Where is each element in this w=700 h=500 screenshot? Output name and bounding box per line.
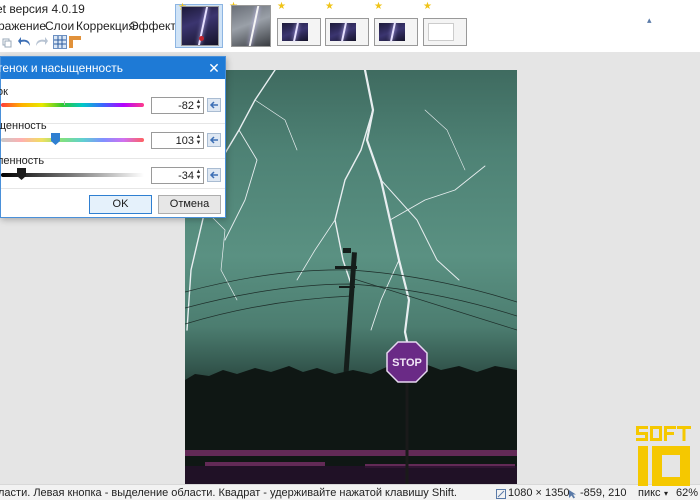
lightness-value[interactable]: -34 <box>178 170 194 182</box>
thumbnail-image <box>325 18 369 46</box>
lightning-photo: STOP <box>185 70 517 484</box>
dialog-title: тенок и насыщенность <box>0 61 123 75</box>
image-thumbnail[interactable]: ★ <box>275 1 323 48</box>
image-size-icon <box>496 488 506 499</box>
cancel-button[interactable]: Отмена <box>158 195 221 214</box>
spinner-arrows-icon[interactable]: ▲ ▼ <box>195 169 202 182</box>
slider-tick <box>64 101 65 105</box>
grid-icon[interactable] <box>53 35 67 49</box>
star-icon: ★ <box>277 1 286 12</box>
star-icon: ★ <box>374 1 383 12</box>
status-bar: ласти. Левая кнопка - выделение области.… <box>0 484 700 500</box>
image-size: 1080 × 1350 <box>508 487 570 499</box>
saturation-slider[interactable] <box>1 138 144 142</box>
image-thumbnail[interactable]: ★ <box>175 3 223 48</box>
spinner-arrows-icon[interactable]: ▲ ▼ <box>195 134 202 147</box>
zoom-level[interactable]: 62% <box>676 487 698 499</box>
dialog-title-bar[interactable]: тенок и насыщенность ✕ <box>0 57 225 79</box>
hue-label: ок <box>0 86 8 98</box>
thumbnail-image <box>423 18 467 46</box>
ruler-icon[interactable] <box>69 36 81 48</box>
spinner-arrows-icon[interactable]: ▲ ▼ <box>195 99 202 112</box>
chevron-up-icon[interactable]: ▴ <box>647 16 655 25</box>
redo-icon[interactable] <box>34 36 48 48</box>
stop-sign-text: STOP <box>392 357 422 369</box>
menu-image[interactable]: ражение <box>0 19 46 33</box>
thumbnail-image <box>231 5 271 47</box>
photo-canvas[interactable]: STOP <box>185 70 517 484</box>
reset-hue-button[interactable] <box>207 98 221 112</box>
image-tabs-strip: ★ ★ ★ ★ ★ ★ ▴ <box>175 0 700 52</box>
chevron-down-icon[interactable]: ▾ <box>664 489 668 498</box>
undo-icon[interactable] <box>18 36 32 48</box>
toolbar <box>0 34 175 52</box>
thumbnail-image <box>277 18 321 46</box>
star-icon: ★ <box>423 1 432 12</box>
hue-input[interactable]: -82 ▲ ▼ <box>151 97 204 114</box>
menu-adjustments[interactable]: Коррекция <box>76 19 135 33</box>
ok-button[interactable]: OK <box>89 195 152 214</box>
close-icon[interactable]: ✕ <box>207 61 221 75</box>
reset-lightness-button[interactable] <box>207 168 221 182</box>
thumbnail-image <box>374 18 418 46</box>
soft10-logo <box>634 422 694 488</box>
hue-saturation-dialog: тенок и насыщенность ✕ ок -82 ▲ ▼ щенност… <box>0 56 226 218</box>
cursor-position: -859, 210 <box>580 487 627 499</box>
saturation-slider-thumb[interactable] <box>51 133 61 145</box>
image-thumbnail[interactable]: ★ <box>323 1 371 48</box>
image-thumbnail[interactable]: ★ <box>421 1 469 48</box>
image-thumbnail[interactable]: ★ <box>227 2 275 48</box>
copy-icon[interactable] <box>2 37 12 48</box>
units-selector[interactable]: пикс <box>638 487 661 499</box>
window-title: et версия 4.0.19 <box>0 2 85 16</box>
image-thumbnail[interactable]: ★ <box>372 1 420 48</box>
status-hint: ласти. Левая кнопка - выделение области.… <box>0 487 457 499</box>
thumbnail-image <box>181 6 219 46</box>
saturation-label: щенность <box>0 120 47 132</box>
lightness-label: ленность <box>0 155 45 167</box>
hue-slider[interactable] <box>1 103 144 107</box>
saturation-input[interactable]: 103 ▲ ▼ <box>151 132 204 149</box>
reset-saturation-button[interactable] <box>207 133 221 147</box>
menu-bar: ражение Слои Коррекция Эффекты <box>0 18 185 34</box>
cursor-position-icon <box>568 488 578 499</box>
saturation-value[interactable]: 103 <box>176 135 194 147</box>
lightness-slider-thumb[interactable] <box>17 168 27 180</box>
hue-value[interactable]: -82 <box>178 100 194 112</box>
lightness-input[interactable]: -34 ▲ ▼ <box>151 167 204 184</box>
star-icon: ★ <box>325 1 334 12</box>
separator <box>1 188 225 189</box>
menu-layers[interactable]: Слои <box>45 19 74 33</box>
